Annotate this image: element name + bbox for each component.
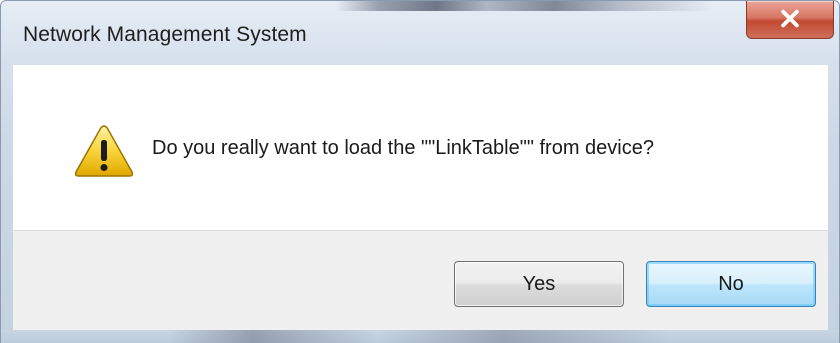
close-icon <box>781 9 799 28</box>
close-button[interactable] <box>746 1 834 39</box>
warning-icon <box>74 125 134 177</box>
no-button[interactable]: No <box>646 261 816 307</box>
confirmation-message: Do you really want to load the ""LinkTab… <box>152 137 654 159</box>
window-bottom-border <box>1 330 839 343</box>
button-bar: Yes No <box>13 230 828 331</box>
message-area: Do you really want to load the ""LinkTab… <box>13 65 828 230</box>
window-title: Network Management System <box>23 23 307 46</box>
yes-button[interactable]: Yes <box>454 261 624 307</box>
dialog-window: Network Management System Do you really … <box>0 0 840 343</box>
title-bar[interactable]: Network Management System <box>1 1 839 65</box>
